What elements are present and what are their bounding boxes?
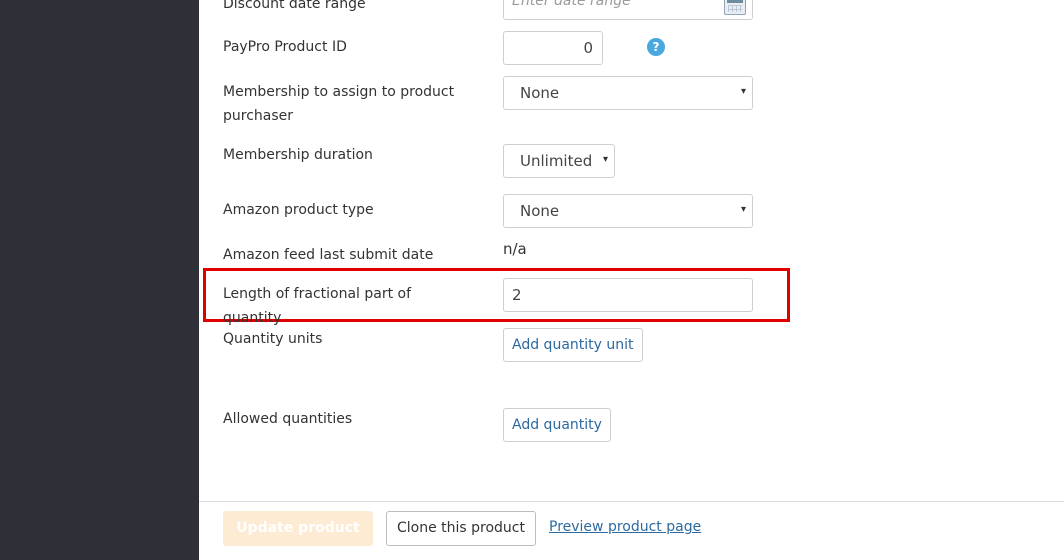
add-quantity-unit-button[interactable]: Add quantity unit xyxy=(503,328,643,362)
paypro-product-id-value: 0 xyxy=(583,39,593,57)
paypro-product-id-input[interactable]: 0 xyxy=(503,31,603,65)
fractional-length-value: 2 xyxy=(512,286,522,304)
add-quantity-button[interactable]: Add quantity xyxy=(503,408,611,442)
calendar-icon[interactable] xyxy=(724,0,746,15)
footer-divider xyxy=(199,501,1064,502)
chevron-down-icon: ▾ xyxy=(602,154,608,165)
paypro-product-id-label: PayPro Product ID xyxy=(223,39,347,55)
amazon-product-type-label: Amazon product type xyxy=(223,202,374,218)
amazon-feed-last-submit-value: n/a xyxy=(503,240,527,258)
amazon-product-type-select[interactable]: None ▾ xyxy=(503,194,753,228)
membership-duration-select[interactable]: Unlimited ▾ xyxy=(503,144,615,178)
fractional-length-input[interactable]: 2 xyxy=(503,278,753,312)
membership-duration-selected: Unlimited xyxy=(520,152,593,170)
discount-date-range-input[interactable]: Enter date range xyxy=(503,0,753,20)
preview-product-link[interactable]: Preview product page xyxy=(549,519,701,535)
quantity-units-label: Quantity units xyxy=(223,331,323,347)
membership-assign-selected: None xyxy=(520,84,560,102)
amazon-product-type-selected: None xyxy=(520,202,560,220)
allowed-quantities-label: Allowed quantities xyxy=(223,411,353,427)
amazon-feed-last-submit-label: Amazon feed last submit date xyxy=(223,247,434,263)
update-product-button[interactable]: Update product xyxy=(223,511,373,546)
chevron-down-icon: ▾ xyxy=(740,204,746,215)
left-sidebar xyxy=(0,0,199,560)
membership-assign-label: Membership to assign to product purchase… xyxy=(223,84,455,124)
fractional-length-label: Length of fractional part of quantity xyxy=(223,286,412,326)
membership-duration-label: Membership duration xyxy=(223,147,373,163)
date-range-placeholder: Enter date range xyxy=(512,0,631,9)
membership-assign-select[interactable]: None ▾ xyxy=(503,76,753,110)
chevron-down-icon: ▾ xyxy=(740,86,746,97)
discount-date-range-label: Discount date range xyxy=(223,0,366,12)
help-icon[interactable]: ? xyxy=(647,38,665,56)
clone-product-button[interactable]: Clone this product xyxy=(386,511,536,546)
